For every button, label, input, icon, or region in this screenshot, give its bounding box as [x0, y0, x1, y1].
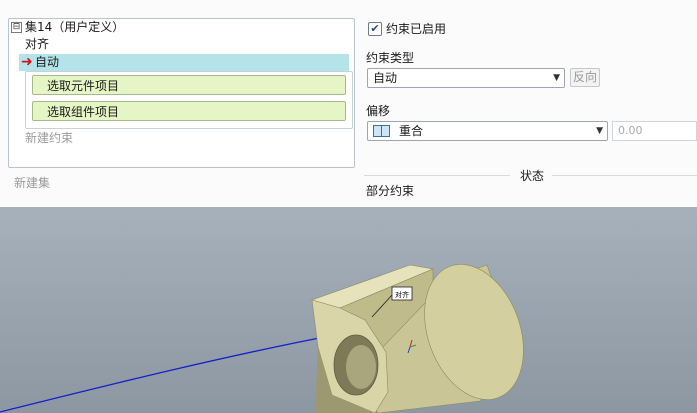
status-value: 部分约束	[366, 184, 415, 198]
flip-button[interactable]: 反向	[570, 68, 600, 87]
collapse-toggle-icon[interactable]: ⊟	[11, 22, 22, 33]
constraint-tree: ⊟ 集14（用户定义） 对齐 ➜ 自动 选取元件项目 选取组件项目 新建约束	[8, 18, 355, 168]
constraint-type-value: 自动	[373, 71, 398, 85]
offset-heading: 偏移	[366, 104, 391, 118]
constraint-enabled-checkbox[interactable]: ✔	[368, 22, 382, 36]
offset-value-input[interactable]: 0.00	[612, 121, 697, 141]
offset-type-select[interactable]: 重合 ▼	[367, 121, 608, 141]
viewport-graphics: 对齐	[0, 264, 524, 413]
tree-node-auto[interactable]: 自动	[35, 54, 59, 70]
tree-node-auto-row[interactable]	[19, 54, 349, 71]
select-component-item[interactable]: 选取元件项目	[32, 75, 346, 95]
model-viewport[interactable]: 对齐	[0, 207, 697, 413]
new-constraint-link[interactable]: 新建约束	[25, 130, 73, 146]
tree-node-align[interactable]: 对齐	[25, 36, 49, 52]
constraint-enabled-label: 约束已启用	[386, 22, 447, 36]
chevron-down-icon: ▼	[596, 126, 603, 136]
offset-type-value: 重合	[399, 124, 424, 138]
constraint-type-heading: 约束类型	[366, 51, 415, 65]
constraint-type-select[interactable]: 自动 ▼	[367, 68, 565, 88]
chevron-down-icon: ▼	[553, 73, 560, 83]
coincident-icon	[373, 125, 390, 137]
datum-curve	[0, 334, 336, 413]
bore-inner	[346, 345, 376, 389]
callout-label: 对齐	[395, 290, 409, 299]
tree-node-set[interactable]: 集14（用户定义）	[25, 19, 124, 35]
active-constraint-arrow-icon: ➜	[21, 54, 33, 70]
reference-group: 选取元件项目 选取组件项目	[25, 71, 353, 129]
new-set-link[interactable]: 新建集	[14, 174, 50, 191]
status-divider-right	[552, 175, 697, 176]
status-divider-left	[364, 175, 510, 176]
constraint-panel: ⊟ 集14（用户定义） 对齐 ➜ 自动 选取元件项目 选取组件项目 新建约束 新…	[0, 0, 697, 207]
status-heading: 状态	[520, 169, 545, 183]
select-assembly-item[interactable]: 选取组件项目	[32, 101, 346, 121]
